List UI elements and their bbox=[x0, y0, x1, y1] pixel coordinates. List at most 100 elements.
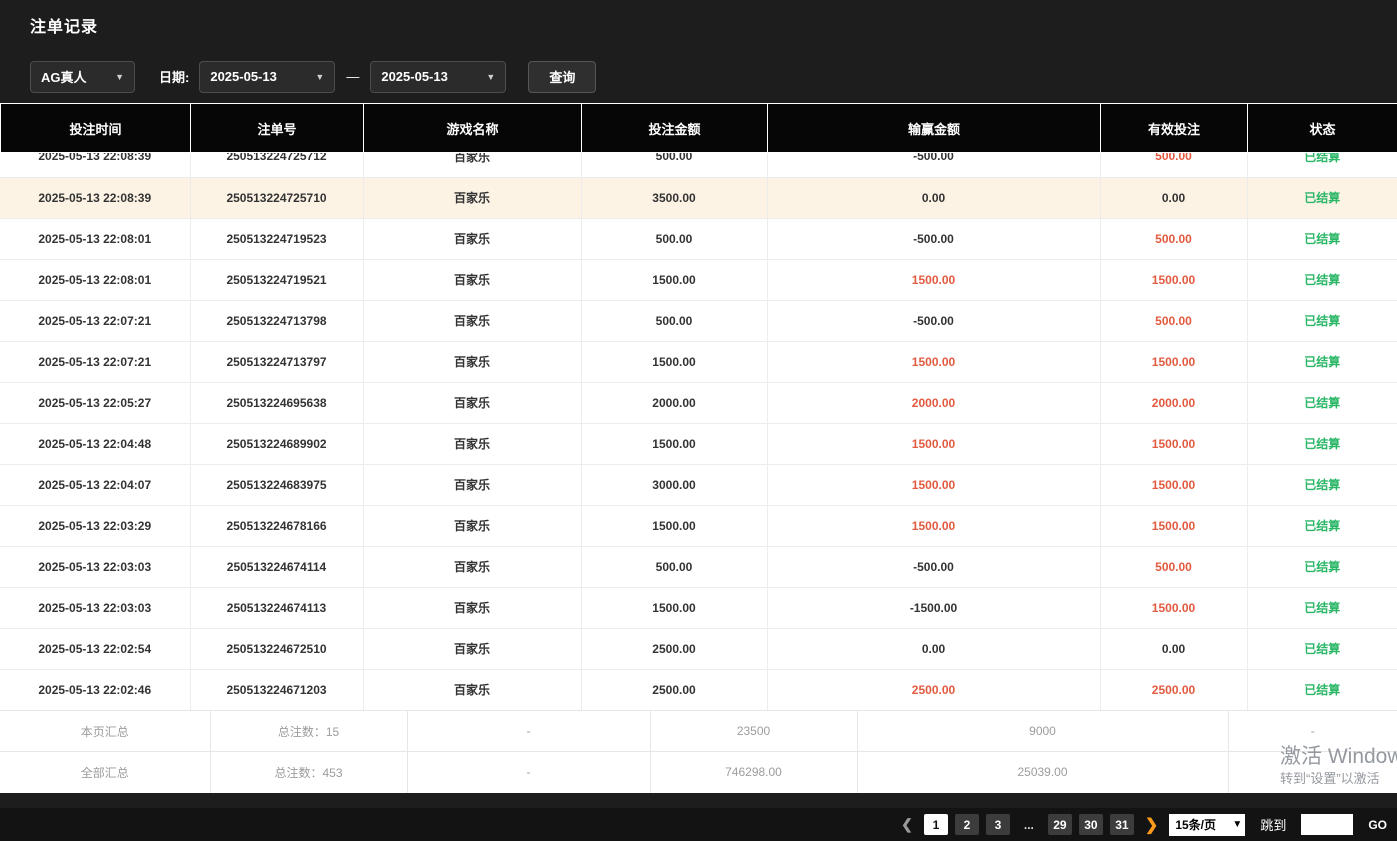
col-header-bet-amount: 投注金额 bbox=[582, 104, 768, 153]
table-row[interactable]: 2025-05-13 22:03:29250513224678166百家乐150… bbox=[0, 505, 1397, 546]
query-button[interactable]: 查询 bbox=[528, 61, 596, 93]
cell-winloss-amount: -500.00 bbox=[767, 218, 1100, 259]
game-type-select[interactable]: AG真人 ▼ bbox=[30, 61, 135, 93]
cell-valid-bet: 500.00 bbox=[1100, 546, 1247, 587]
all-summary-row: 全部汇总 总注数：453 - 746298.00 25039.00 - bbox=[0, 752, 1397, 793]
table-row[interactable]: 2025-05-13 22:02:46250513224671203百家乐250… bbox=[0, 669, 1397, 710]
cell-bet-amount: 1500.00 bbox=[581, 259, 767, 300]
cell-valid-bet: 500.00 bbox=[1100, 153, 1247, 177]
cell-winloss-amount: -500.00 bbox=[767, 546, 1100, 587]
cell-order-no: 250513224719521 bbox=[190, 259, 363, 300]
page-button[interactable]: 29 bbox=[1048, 814, 1072, 835]
all-summary-winloss: 25039.00 bbox=[857, 752, 1228, 793]
cell-valid-bet: 2500.00 bbox=[1100, 669, 1247, 710]
page-button[interactable]: 30 bbox=[1079, 814, 1103, 835]
cell-status: 已结算 bbox=[1247, 153, 1397, 177]
cell-winloss-amount: 2000.00 bbox=[767, 382, 1100, 423]
cell-order-no: 250513224671203 bbox=[190, 669, 363, 710]
bet-table: 2025-05-13 22:08:39250513224725712百家乐500… bbox=[0, 153, 1397, 710]
date-to-picker[interactable]: 2025-05-13 ▼ bbox=[370, 61, 506, 93]
page-summary-label: 本页汇总 bbox=[0, 711, 210, 752]
table-row[interactable]: 2025-05-13 22:08:01250513224719521百家乐150… bbox=[0, 259, 1397, 300]
table-row[interactable]: 2025-05-13 22:07:21250513224713798百家乐500… bbox=[0, 300, 1397, 341]
bet-table-header: 投注时间 注单号 游戏名称 投注金额 输赢金额 有效投注 状态 bbox=[0, 103, 1397, 153]
cell-bet-time: 2025-05-13 22:08:01 bbox=[0, 259, 190, 300]
cell-status: 已结算 bbox=[1247, 300, 1397, 341]
cell-bet-amount: 1500.00 bbox=[581, 505, 767, 546]
cell-game-name: 百家乐 bbox=[363, 423, 581, 464]
col-header-order-no: 注单号 bbox=[191, 104, 364, 153]
cell-order-no: 250513224725710 bbox=[190, 177, 363, 218]
page-title: 注单记录 bbox=[30, 13, 98, 37]
date-from-value: 2025-05-13 bbox=[210, 69, 277, 84]
jump-page-input[interactable] bbox=[1301, 814, 1353, 835]
cell-status: 已结算 bbox=[1247, 587, 1397, 628]
table-row[interactable]: 2025-05-13 22:04:48250513224689902百家乐150… bbox=[0, 423, 1397, 464]
cell-winloss-amount: -500.00 bbox=[767, 300, 1100, 341]
cell-order-no: 250513224713797 bbox=[190, 341, 363, 382]
all-summary-dash: - bbox=[1228, 752, 1397, 793]
table-row[interactable]: 2025-05-13 22:02:54250513224672510百家乐250… bbox=[0, 628, 1397, 669]
cell-status: 已结算 bbox=[1247, 628, 1397, 669]
cell-status: 已结算 bbox=[1247, 669, 1397, 710]
cell-winloss-amount: -500.00 bbox=[767, 153, 1100, 177]
cell-bet-time: 2025-05-13 22:04:07 bbox=[0, 464, 190, 505]
next-page-icon[interactable]: ❯ bbox=[1145, 815, 1158, 835]
cell-game-name: 百家乐 bbox=[363, 300, 581, 341]
cell-game-name: 百家乐 bbox=[363, 153, 581, 177]
page-button[interactable]: 3 bbox=[986, 814, 1010, 835]
cell-game-name: 百家乐 bbox=[363, 628, 581, 669]
filter-bar: AG真人 ▼ 日期: 2025-05-13 ▼ — 2025-05-13 ▼ 查… bbox=[0, 50, 1397, 103]
jump-to-label: 跳到 bbox=[1260, 815, 1286, 834]
date-from-picker[interactable]: 2025-05-13 ▼ bbox=[199, 61, 335, 93]
cell-bet-amount: 3000.00 bbox=[581, 464, 767, 505]
page-size-select[interactable]: 15条/页 ▼ bbox=[1169, 814, 1245, 836]
cell-status: 已结算 bbox=[1247, 177, 1397, 218]
cell-game-name: 百家乐 bbox=[363, 587, 581, 628]
cell-status: 已结算 bbox=[1247, 505, 1397, 546]
cell-status: 已结算 bbox=[1247, 259, 1397, 300]
cell-game-name: 百家乐 bbox=[363, 546, 581, 587]
all-summary-label: 全部汇总 bbox=[0, 752, 210, 793]
cell-bet-time: 2025-05-13 22:04:48 bbox=[0, 423, 190, 464]
cell-order-no: 250513224725712 bbox=[190, 153, 363, 177]
bet-table-body-viewport[interactable]: 2025-05-13 22:08:39250513224725712百家乐500… bbox=[0, 153, 1397, 710]
go-button[interactable]: GO bbox=[1368, 818, 1387, 832]
cell-valid-bet: 1500.00 bbox=[1100, 505, 1247, 546]
cell-order-no: 250513224719523 bbox=[190, 218, 363, 259]
cell-bet-amount: 1500.00 bbox=[581, 341, 767, 382]
cell-bet-time: 2025-05-13 22:08:39 bbox=[0, 177, 190, 218]
cell-bet-amount: 500.00 bbox=[581, 218, 767, 259]
page-button[interactable]: 2 bbox=[955, 814, 979, 835]
cell-status: 已结算 bbox=[1247, 218, 1397, 259]
table-row[interactable]: 2025-05-13 22:05:27250513224695638百家乐200… bbox=[0, 382, 1397, 423]
table-row[interactable]: 2025-05-13 22:03:03250513224674114百家乐500… bbox=[0, 546, 1397, 587]
chevron-down-icon: ▼ bbox=[1232, 819, 1242, 830]
table-row[interactable]: 2025-05-13 22:08:01250513224719523百家乐500… bbox=[0, 218, 1397, 259]
cell-bet-amount: 2000.00 bbox=[581, 382, 767, 423]
chevron-down-icon: ▼ bbox=[115, 72, 124, 82]
cell-valid-bet: 500.00 bbox=[1100, 300, 1247, 341]
table-row[interactable]: 2025-05-13 22:07:21250513224713797百家乐150… bbox=[0, 341, 1397, 382]
cell-order-no: 250513224672510 bbox=[190, 628, 363, 669]
title-bar: 注单记录 bbox=[0, 0, 1397, 50]
page-button[interactable]: 31 bbox=[1110, 814, 1134, 835]
cell-game-name: 百家乐 bbox=[363, 341, 581, 382]
cell-valid-bet: 1500.00 bbox=[1100, 423, 1247, 464]
page-summary-count: 总注数：15 bbox=[210, 711, 407, 752]
prev-page-icon[interactable]: ❮ bbox=[901, 816, 913, 833]
cell-valid-bet: 500.00 bbox=[1100, 218, 1247, 259]
table-row[interactable]: 2025-05-13 22:04:07250513224683975百家乐300… bbox=[0, 464, 1397, 505]
table-row[interactable]: 2025-05-13 22:08:39250513224725712百家乐500… bbox=[0, 153, 1397, 177]
table-row[interactable]: 2025-05-13 22:03:03250513224674113百家乐150… bbox=[0, 587, 1397, 628]
table-row[interactable]: 2025-05-13 22:08:39250513224725710百家乐350… bbox=[0, 177, 1397, 218]
page-button[interactable]: 1 bbox=[924, 814, 948, 835]
cell-winloss-amount: 1500.00 bbox=[767, 505, 1100, 546]
cell-winloss-amount: 1500.00 bbox=[767, 259, 1100, 300]
cell-bet-time: 2025-05-13 22:07:21 bbox=[0, 341, 190, 382]
cell-status: 已结算 bbox=[1247, 464, 1397, 505]
cell-winloss-amount: 1500.00 bbox=[767, 423, 1100, 464]
cell-order-no: 250513224695638 bbox=[190, 382, 363, 423]
cell-game-name: 百家乐 bbox=[363, 218, 581, 259]
cell-winloss-amount: 1500.00 bbox=[767, 464, 1100, 505]
